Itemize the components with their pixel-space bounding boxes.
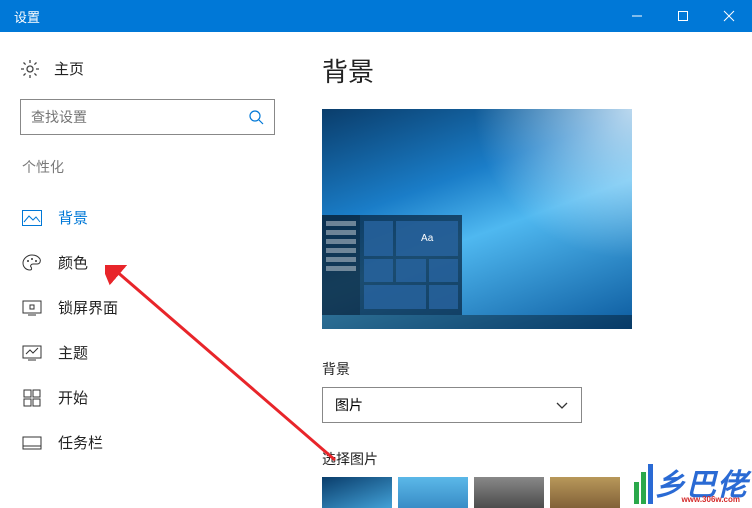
chevron-down-icon xyxy=(555,398,569,412)
lockscreen-icon xyxy=(22,299,42,317)
sidebar-item-colors[interactable]: 颜色 xyxy=(20,240,300,285)
background-type-dropdown[interactable]: 图片 xyxy=(322,387,582,423)
page-title: 背景 xyxy=(322,52,722,89)
nav-label: 开始 xyxy=(58,387,88,408)
sidebar-item-background[interactable]: 背景 xyxy=(20,195,300,240)
sidebar-item-taskbar[interactable]: 任务栏 xyxy=(20,420,300,465)
background-field-label: 背景 xyxy=(322,359,722,379)
section-header: 个性化 xyxy=(20,157,300,177)
thumbnail-4[interactable] xyxy=(550,477,620,508)
window-controls xyxy=(614,0,752,32)
minimize-button[interactable] xyxy=(614,0,660,32)
nav-label: 任务栏 xyxy=(58,432,103,453)
watermark-url: www.306w.com xyxy=(681,495,740,504)
maximize-button[interactable] xyxy=(660,0,706,32)
preview-sample-text: Aa xyxy=(396,221,458,256)
thumbnail-1[interactable] xyxy=(322,477,392,508)
sidebar: 主页 个性化 背景 颜色 锁屏界面 主题 开始 xyxy=(0,32,300,508)
search-box[interactable] xyxy=(20,99,275,135)
close-button[interactable] xyxy=(706,0,752,32)
close-icon xyxy=(723,10,735,22)
palette-icon xyxy=(22,254,42,272)
main-panel: 背景 Aa 背景 图片 选择图片 xyxy=(300,32,752,508)
minimize-icon xyxy=(631,10,643,22)
nav-label: 主题 xyxy=(58,342,88,363)
gear-icon xyxy=(20,59,40,79)
sidebar-item-lockscreen[interactable]: 锁屏界面 xyxy=(20,285,300,330)
watermark: 乡巴佬 www.306w.com xyxy=(634,460,748,504)
start-icon xyxy=(22,389,42,407)
home-link[interactable]: 主页 xyxy=(20,52,300,99)
preview-start-menu: Aa xyxy=(322,215,462,315)
window-title: 设置 xyxy=(0,7,614,26)
nav-label: 背景 xyxy=(58,207,88,228)
sidebar-item-themes[interactable]: 主题 xyxy=(20,330,300,375)
thumbnail-2[interactable] xyxy=(398,477,468,508)
image-icon xyxy=(22,209,42,227)
theme-icon xyxy=(22,344,42,362)
sidebar-item-start[interactable]: 开始 xyxy=(20,375,300,420)
taskbar-icon xyxy=(22,434,42,452)
dropdown-value: 图片 xyxy=(335,395,363,415)
home-label: 主页 xyxy=(54,58,84,79)
thumbnail-3[interactable] xyxy=(474,477,544,508)
nav-label: 颜色 xyxy=(58,252,88,273)
search-input[interactable] xyxy=(31,109,248,125)
search-icon xyxy=(248,109,264,125)
titlebar: 设置 xyxy=(0,0,752,32)
maximize-icon xyxy=(677,10,689,22)
background-preview: Aa xyxy=(322,109,632,329)
nav-label: 锁屏界面 xyxy=(58,297,118,318)
